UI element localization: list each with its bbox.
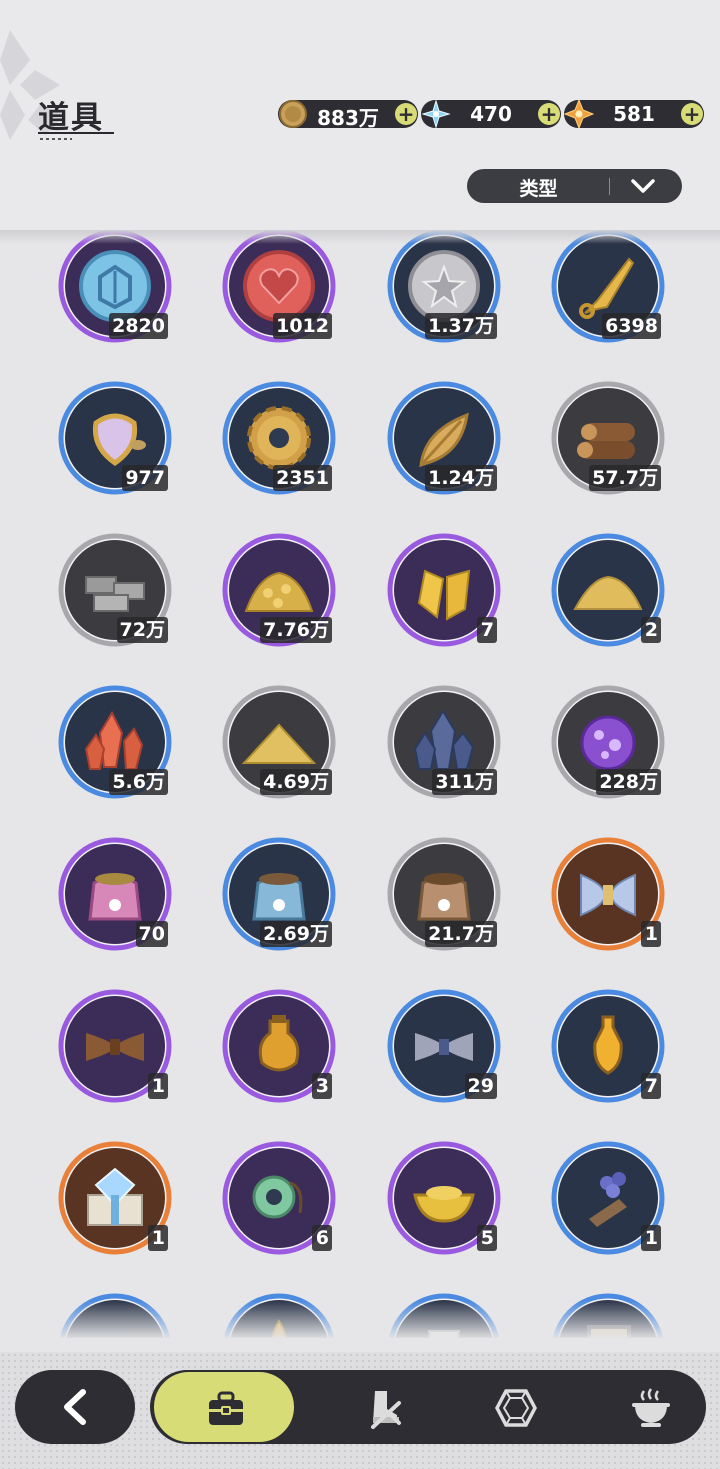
item-count: 7: [477, 617, 497, 643]
add-currency-button[interactable]: +: [538, 103, 560, 125]
item-count: 311万: [432, 769, 497, 795]
inventory-item[interactable]: 3: [220, 987, 338, 1105]
item-count: 21.7万: [425, 921, 497, 947]
inventory-item[interactable]: 4.69万: [220, 683, 338, 801]
item-count: 1.37万: [425, 313, 497, 339]
orange-star-icon: [564, 99, 594, 129]
item-count: 57.7万: [589, 465, 661, 491]
tab-food[interactable]: [590, 1370, 710, 1444]
currency-crystal: 470 +: [421, 99, 561, 129]
title-dots: [40, 138, 72, 140]
chevron-left-icon: [64, 1389, 86, 1425]
currency-value: 581: [613, 102, 655, 126]
bottom-tab-bar: [150, 1370, 706, 1444]
inventory-item[interactable]: 7.76万: [220, 531, 338, 649]
item-count: 1: [641, 921, 661, 947]
picture-frame-icon: [552, 1293, 664, 1338]
inventory-item[interactable]: 2.69万: [220, 835, 338, 953]
title-underline: [38, 132, 114, 134]
inventory-item[interactable]: 1012: [220, 230, 338, 345]
item-count: 1012: [273, 313, 332, 339]
tab-gems[interactable]: [455, 1370, 575, 1444]
cooking-pot-icon: [632, 1388, 670, 1427]
item-count: 2351: [273, 465, 332, 491]
page-title: 道具: [38, 100, 104, 136]
inventory-item[interactable]: 977: [56, 379, 174, 497]
item-count: 7: [641, 1073, 661, 1099]
white-cloth-icon: [59, 1293, 171, 1338]
item-count: 7.76万: [260, 617, 332, 643]
currency-value: 470: [470, 102, 512, 126]
item-count: 3: [312, 1073, 332, 1099]
golden-feather-icon: [223, 1293, 335, 1338]
inventory-item[interactable]: 1.24万: [385, 379, 503, 497]
chevron-down-icon: [631, 179, 655, 193]
gold-coin-icon: [279, 100, 307, 128]
inventory-item[interactable]: 228万: [549, 683, 667, 801]
inventory-item[interactable]: 1: [549, 835, 667, 953]
add-currency-button[interactable]: +: [395, 103, 417, 125]
inventory-item[interactable]: 1.37万: [385, 230, 503, 345]
filter-label: 类型: [519, 178, 558, 200]
inventory-item[interactable]: 7: [385, 531, 503, 649]
inventory-item[interactable]: 1: [56, 1139, 174, 1257]
crystal-flower-icon: [421, 99, 451, 129]
currency-value: 883万: [317, 106, 379, 130]
inventory-item[interactable]: 2: [549, 531, 667, 649]
inventory-item[interactable]: [56, 1291, 174, 1338]
inventory-item[interactable]: 5: [385, 1139, 503, 1257]
inventory-item[interactable]: 70: [56, 835, 174, 953]
item-count: 70: [135, 921, 168, 947]
inventory-item[interactable]: 29: [385, 987, 503, 1105]
inventory-item[interactable]: [385, 1291, 503, 1338]
back-button[interactable]: [15, 1370, 135, 1444]
type-filter-dropdown[interactable]: 类型: [467, 169, 682, 203]
inventory-item[interactable]: 21.7万: [385, 835, 503, 953]
item-count: 6: [312, 1225, 332, 1251]
inventory-item[interactable]: [549, 1291, 667, 1338]
item-count: 1.24万: [425, 465, 497, 491]
item-count: 1: [641, 1225, 661, 1251]
briefcase-icon: [209, 1391, 243, 1425]
add-currency-button[interactable]: +: [681, 103, 703, 125]
inventory-item[interactable]: 2351: [220, 379, 338, 497]
inventory-item[interactable]: 311万: [385, 683, 503, 801]
inventory-item[interactable]: 1: [549, 1139, 667, 1257]
inventory-item[interactable]: 5.6万: [56, 683, 174, 801]
item-count: 2.69万: [260, 921, 332, 947]
item-count: 1: [148, 1225, 168, 1251]
boot-sword-icon: [371, 1391, 401, 1429]
inventory-item[interactable]: [220, 1291, 338, 1338]
item-count: 5.6万: [109, 769, 168, 795]
filter-separator: [609, 178, 610, 195]
item-count: 72万: [116, 617, 168, 643]
currency-gold: 883万 +: [278, 100, 418, 130]
currency-star: 581 +: [564, 99, 704, 129]
item-count: 29: [464, 1073, 497, 1099]
inventory-item[interactable]: 7: [549, 987, 667, 1105]
item-count: 977: [122, 465, 168, 491]
item-count: 5: [477, 1225, 497, 1251]
inventory-item[interactable]: 57.7万: [549, 379, 667, 497]
item-count: 4.69万: [260, 769, 332, 795]
gem-outline-icon: [495, 1389, 537, 1427]
item-grid[interactable]: 2820 1012 1.37万 6398 977 2351 1.24万 57.7万 72万 7.7…: [0, 230, 720, 1338]
inventory-item[interactable]: 2820: [56, 230, 174, 345]
tab-equipment[interactable]: [325, 1370, 445, 1444]
item-count: 6398: [602, 313, 661, 339]
item-count: 2820: [109, 313, 168, 339]
item-count: 2: [641, 617, 661, 643]
white-cup-icon: [388, 1293, 500, 1338]
item-count: 228万: [596, 769, 661, 795]
item-count: 1: [148, 1073, 168, 1099]
inventory-item[interactable]: 6398: [549, 230, 667, 345]
tab-items[interactable]: [152, 1370, 296, 1444]
inventory-item[interactable]: 72万: [56, 531, 174, 649]
inventory-item[interactable]: 6: [220, 1139, 338, 1257]
inventory-item[interactable]: 1: [56, 987, 174, 1105]
